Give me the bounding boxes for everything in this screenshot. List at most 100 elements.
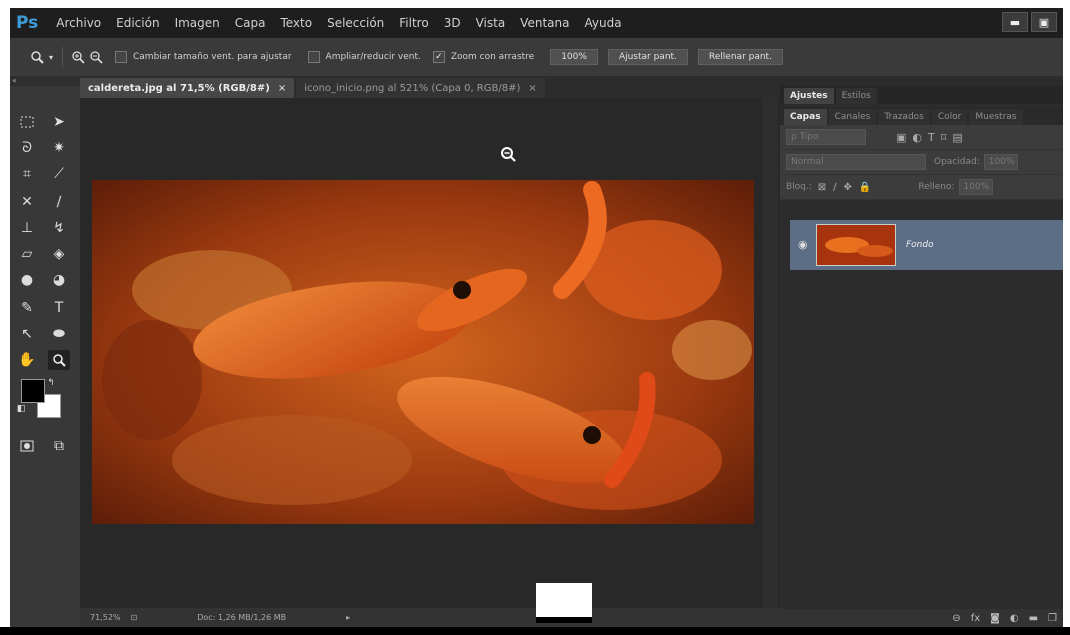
zoom-all-checkbox[interactable]	[307, 51, 320, 63]
tab-caldereta[interactable]: caldereta.jpg al 71,5% (RGB/8#) ×	[80, 78, 295, 98]
lock-icons[interactable]: ⊠∕✥🔒	[818, 182, 879, 193]
screen-mode-icon[interactable]: ⧉	[48, 436, 70, 456]
tools-panel: « ➤ ᘐ ✷ ⌗ ⟋ ✕ ∕ ⊥ ↯ ▱ ◈ ● ◕ ✎ T ↖ ⬬ ✋ ↰ …	[10, 76, 81, 627]
status-bar: 71,52% ⊡ Doc: 1,26 MB/1,26 MB ▸	[80, 608, 780, 627]
menu-filtro[interactable]: Filtro	[399, 16, 428, 30]
eyedropper-tool-icon[interactable]: ⟋	[48, 164, 70, 184]
foreground-color-swatch[interactable]	[21, 379, 45, 403]
status-menu-arrow[interactable]: ▸	[346, 613, 350, 622]
window-controls: ▬ ▣	[1002, 12, 1057, 32]
bottom-edge	[0, 627, 1070, 635]
quick-mask-icon[interactable]	[16, 436, 38, 456]
marquee-tool-icon[interactable]	[16, 112, 38, 132]
menu-seleccion[interactable]: Selección	[327, 16, 384, 30]
blend-mode-select[interactable]: Normal	[786, 154, 926, 170]
zoom-cursor-icon	[500, 146, 516, 166]
scrubby-zoom-checkbox[interactable]: ✓	[432, 51, 445, 63]
tab-capas[interactable]: Capas	[784, 109, 827, 125]
menu-texto[interactable]: Texto	[280, 16, 312, 30]
zoom-100-button[interactable]: 100%	[550, 49, 598, 65]
layers-footer: ⊖ fx ◙ ◐ ▬ ❐	[780, 609, 1063, 627]
folder-icon[interactable]: ▬	[1029, 613, 1038, 624]
path-selection-tool-icon[interactable]: ↖	[16, 324, 38, 344]
lasso-tool-icon[interactable]: ᘐ	[16, 138, 38, 158]
eye-icon[interactable]: ◉	[798, 238, 808, 251]
tab-estilos[interactable]: Estilos	[835, 88, 877, 104]
filter-icons[interactable]: ▣◐T⌑▤	[896, 131, 969, 144]
default-colors-icon[interactable]: ◧	[14, 402, 28, 416]
document-image[interactable]	[92, 180, 754, 524]
dodge-tool-icon[interactable]: ◕	[48, 270, 70, 290]
magic-wand-tool-icon[interactable]: ✷	[48, 138, 70, 158]
pen-tool-icon[interactable]: ✎	[16, 298, 38, 318]
document-tabs: caldereta.jpg al 71,5% (RGB/8#) × icono_…	[80, 76, 780, 98]
status-icon: ⊡	[130, 613, 138, 622]
brush-tool-icon[interactable]: ∕	[48, 192, 70, 212]
menu-3d[interactable]: 3D	[444, 16, 461, 30]
menu-ayuda[interactable]: Ayuda	[584, 16, 621, 30]
type-tool-icon[interactable]: T	[48, 298, 70, 318]
restore-button[interactable]: ▣	[1031, 12, 1057, 32]
fit-window-checkbox[interactable]	[115, 51, 127, 63]
fit-screen-button[interactable]: Ajustar pant.	[607, 49, 688, 65]
zoom-out-icon[interactable]	[87, 48, 105, 66]
tools-collapse-handle[interactable]: «	[10, 76, 80, 86]
new-layer-icon[interactable]: ❐	[1048, 613, 1057, 624]
layer-filter-select[interactable]: ρ Tipo	[786, 129, 866, 145]
app-logo[interactable]: Ps	[16, 13, 38, 33]
lock-row: Bloq.: ⊠∕✥🔒 Relleno: 100%	[780, 175, 1063, 200]
close-icon[interactable]: ×	[528, 83, 536, 94]
right-panel: Ajustes Estilos Capas Canales Trazados C…	[780, 76, 1063, 627]
menu-edicion[interactable]: Edición	[116, 16, 159, 30]
zoom-tool-icon[interactable]	[48, 350, 70, 370]
doc-size: Doc: 1,26 MB/1,26 MB	[197, 613, 287, 622]
adjustment-icon[interactable]: ◐	[1010, 613, 1019, 624]
document-canvas-area[interactable]	[80, 98, 780, 608]
move-tool-icon[interactable]: ➤	[48, 112, 70, 132]
chevron-down-icon[interactable]: ▾	[46, 48, 56, 66]
tab-icono-inicio[interactable]: icono_inicio.png al 521% (Capa 0, RGB/8#…	[296, 78, 545, 98]
zoom-in-icon[interactable]	[69, 48, 87, 66]
right-edge	[1063, 8, 1070, 627]
fx-icon[interactable]: fx	[971, 613, 980, 624]
link-icon[interactable]: ⊖	[952, 613, 960, 624]
menu-imagen[interactable]: Imagen	[175, 16, 220, 30]
tab-ajustes[interactable]: Ajustes	[784, 88, 834, 104]
history-brush-tool-icon[interactable]: ↯	[48, 218, 70, 238]
hand-tool-icon[interactable]: ✋	[16, 350, 38, 370]
adjustments-tabs: Ajustes Estilos	[780, 86, 1063, 104]
lock-label: Bloq.:	[786, 182, 812, 192]
menu-capa[interactable]: Capa	[235, 16, 266, 30]
tab-muestras[interactable]: Muestras	[969, 109, 1023, 125]
paint-bucket-tool-icon[interactable]: ◈	[48, 244, 70, 264]
fill-input[interactable]: 100%	[958, 179, 993, 195]
tab-trazados[interactable]: Trazados	[878, 109, 930, 125]
scrubby-zoom-label: Zoom con arrastre	[450, 52, 535, 62]
vertical-scrollbar[interactable]	[762, 98, 778, 608]
blur-tool-icon[interactable]: ●	[16, 270, 38, 290]
eraser-tool-icon[interactable]: ▱	[16, 244, 38, 264]
blend-row: Normal Opacidad: 100%	[780, 150, 1063, 175]
menu-vista[interactable]: Vista	[476, 16, 506, 30]
menu-ventana[interactable]: Ventana	[520, 16, 569, 30]
layer-name[interactable]: Fondo	[906, 240, 934, 250]
crop-tool-icon[interactable]: ⌗	[16, 164, 38, 184]
opacity-input[interactable]: 100%	[983, 154, 1018, 170]
mask-icon[interactable]: ◙	[990, 613, 1000, 624]
stamp-tool-icon[interactable]: ⊥	[16, 218, 38, 238]
tab-label: icono_inicio.png al 521% (Capa 0, RGB/8#…	[304, 82, 521, 94]
fit-window-label: Cambiar tamaño vent. para ajustar	[133, 52, 292, 62]
zoom-level[interactable]: 71,52%	[90, 613, 121, 622]
panel-spacer	[780, 76, 1063, 86]
shape-tool-icon[interactable]: ⬬	[48, 324, 70, 344]
close-icon[interactable]: ×	[278, 83, 286, 94]
swap-colors-icon[interactable]: ↰	[44, 376, 58, 390]
fill-screen-button[interactable]: Rellenar pant.	[697, 49, 783, 65]
minimize-button[interactable]: ▬	[1002, 12, 1028, 32]
zoom-tool-preset-icon[interactable]	[28, 48, 46, 66]
tab-color[interactable]: Color	[931, 109, 968, 125]
healing-tool-icon[interactable]: ✕	[16, 192, 38, 212]
layer-row[interactable]: ◉ Fondo	[790, 220, 1063, 270]
menu-archivo[interactable]: Archivo	[56, 16, 101, 30]
tab-canales[interactable]: Canales	[828, 109, 877, 125]
